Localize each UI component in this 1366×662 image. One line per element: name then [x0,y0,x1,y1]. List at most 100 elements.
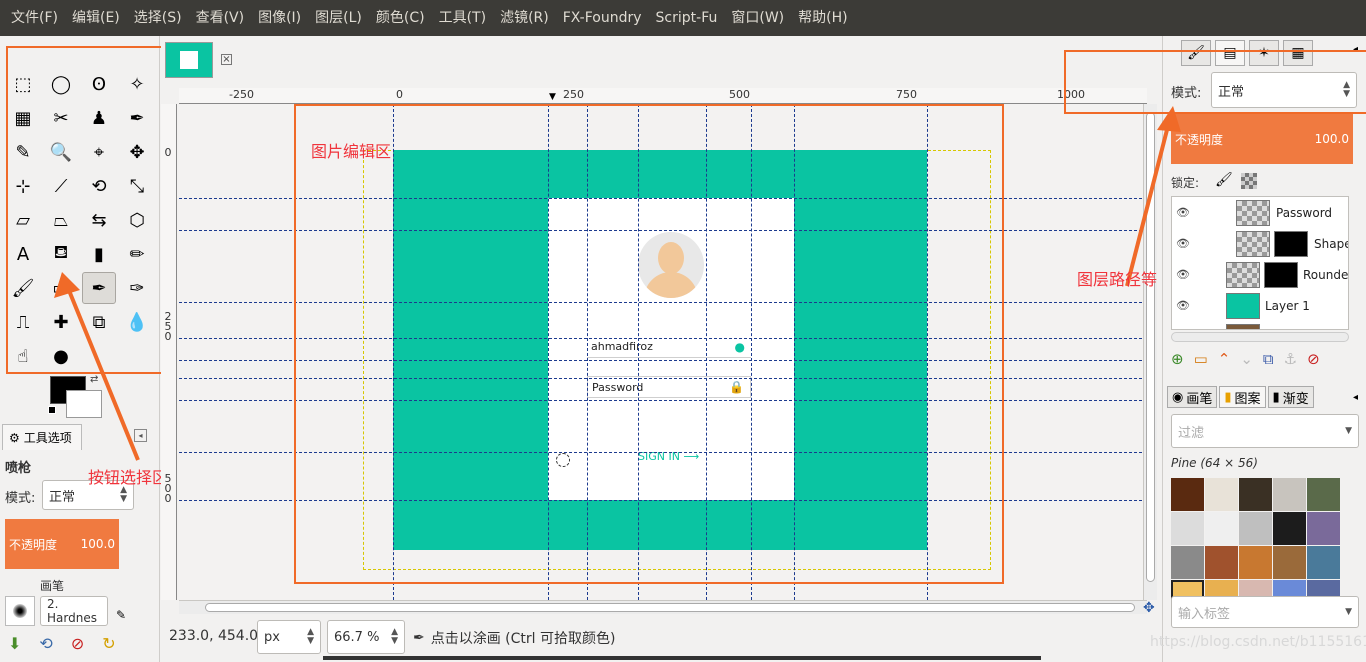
brush-label: 画笔 [40,579,65,593]
pattern-filter[interactable]: 过滤 ▼ [1171,414,1359,448]
ruler-vertical: 0 250 500 [161,104,177,600]
menu-help[interactable]: 帮助(H) [791,0,854,36]
pattern-swatch[interactable] [1239,478,1272,511]
annotation-layers-frame [1064,50,1366,114]
pattern-swatch[interactable] [1239,512,1272,545]
image-tab[interactable] [165,42,213,78]
layer-row[interactable]: 👁 Shape [1172,228,1349,259]
progress-strip [323,656,1041,660]
menu-windows[interactable]: 窗口(W) [724,0,791,36]
tool-options-actions: ⬇ ⟲ ⊘ ↻ [8,634,116,653]
gradients-icon: ▮ [1272,389,1280,405]
tab-gradients-label: 渐变 [1282,391,1309,407]
menu-layer[interactable]: 图层(L) [308,0,369,36]
tab-brushes[interactable]: ◉ 画笔 [1167,386,1218,408]
mode-select-value: 正常 [49,489,76,505]
pattern-swatch[interactable] [1171,512,1204,545]
layer-row[interactable]: 👁 Layer 1 [1172,290,1348,321]
menu-image[interactable]: 图像(I) [251,0,308,36]
layers-dock: 🖌 ▤ ✶ ▦ ◂ 模式: 正常 ▲ ▼ 不透明度 100.0 锁定: 🖌 👁 P… [1064,36,1366,662]
gimp-window: 文件(F) 编辑(E) 选择(S) 查看(V) 图像(I) 图层(L) 颜色(C… [0,0,1366,662]
layer-row[interactable]: 👁 Rounded [1172,259,1348,290]
new-layer-group-icon[interactable]: ▭ [1194,350,1208,368]
tab-brushes-label: 画笔 [1186,391,1213,407]
opacity-slider[interactable]: 不透明度 100.0 [5,519,119,569]
menu-tools[interactable]: 工具(T) [432,0,493,36]
chevron-down-icon: ▼ [1345,606,1352,617]
pattern-swatch[interactable] [1273,546,1306,579]
pattern-swatch[interactable] [1205,512,1238,545]
close-icon[interactable]: × [221,54,232,65]
resource-menu-icon[interactable]: ◂ [1353,392,1358,403]
tab-patterns-label: 图案 [1234,391,1261,407]
menu-filters[interactable]: 滤镜(R) [493,0,556,36]
ruler-tick-label: -250 [229,88,254,101]
layer-opacity-slider[interactable]: 不透明度 100.0 [1171,114,1353,164]
pattern-swatch[interactable] [1239,546,1272,579]
lock-alpha-icon[interactable] [1241,173,1257,189]
zoom-select[interactable]: 66.7 % ▲ ▼ [327,620,405,654]
pattern-swatch[interactable] [1307,546,1340,579]
statusbar: 233.0, 454.0 px ▲ ▼ 66.7 % ▲ ▼ ✒ 点击以涂画 (Ct… [161,618,1162,660]
brush-field[interactable]: 2. Hardnes [40,596,108,626]
tab-gradients[interactable]: ▮ 渐变 [1267,386,1314,408]
tab-patterns[interactable]: ▮ 图案 [1219,386,1266,408]
unit-value: px [264,629,280,645]
duplicate-layer-icon[interactable]: ⧉ [1263,350,1274,368]
pattern-swatch[interactable] [1307,478,1340,511]
visibility-eye-icon[interactable]: 👁 [1176,299,1190,312]
new-layer-icon[interactable]: ⊕ [1171,350,1184,368]
restore-options-icon[interactable]: ⟲ [39,634,52,653]
status-message: ✒ 点击以涂画 (Ctrl 可拾取颜色) [413,628,615,648]
menu-script-fu[interactable]: Script-Fu [649,0,725,36]
raise-layer-icon[interactable]: ⌃ [1218,350,1231,368]
menu-fx-foundry[interactable]: FX-Foundry [556,0,649,36]
pattern-swatch[interactable] [1273,478,1306,511]
pattern-swatch[interactable] [1307,512,1340,545]
navigate-icon[interactable]: ✥ [1143,600,1155,616]
pattern-swatch[interactable] [1171,546,1204,579]
menu-colors[interactable]: 颜色(C) [369,0,432,36]
layer-thumbnail [1226,292,1260,319]
menu-edit[interactable]: 编辑(E) [65,0,127,36]
delete-layer-icon[interactable]: ⊘ [1307,350,1320,368]
annotation-canvas-frame [294,104,1004,584]
mode-label: 模式: [5,491,36,506]
anchor-layer-icon[interactable]: ⚓ [1284,350,1297,368]
save-options-icon[interactable]: ⬇ [8,634,21,653]
pointer-coordinates: 233.0, 454.0 [169,628,259,644]
tag-input[interactable]: 输入标签 ▼ [1171,596,1359,628]
toolbox: ⬚◯ʘ✧▦✂♟✒✎🔍⌖✥⊹⟋⟲⤡▱⏢⇆⬡A⛾▮✏🖌▭✒✑⎍✚⧉💧☝● ⇄ ⚙ 工… [0,36,174,662]
horizontal-scroll-thumb[interactable] [205,603,1135,612]
layer-name: Layer 1 [1265,298,1310,313]
image-viewport[interactable]: ahmadfiroz ● Password 🔒 SIGN IN ⟶ 图片编辑区 [179,104,1147,600]
pattern-swatch[interactable] [1273,512,1306,545]
layer-row[interactable]: 👁 photo-1435749 [1172,321,1349,331]
unit-select[interactable]: px ▲ ▼ [257,620,321,654]
layer-name: photo-1435749 [1265,330,1349,331]
menu-view[interactable]: 查看(V) [189,0,252,36]
brush-preview[interactable] [5,596,35,626]
layer-thumbnail [1226,261,1260,288]
layer-list-scrollbar[interactable] [1171,332,1349,342]
layer-mask-thumbnail [1274,230,1308,257]
canvas-area: × -250 0 250 500 750 1000 ▼ 0 250 500 ah… [161,36,1162,662]
ruler-horizontal: -250 0 250 500 750 1000 ▼ [179,88,1147,104]
reset-options-icon[interactable]: ↻ [102,634,115,653]
layer-row[interactable]: 👁 Password [1172,197,1348,228]
chevron-down-icon: ▼ [1345,425,1352,436]
pattern-swatch[interactable] [1171,478,1204,511]
lower-layer-icon[interactable]: ⌄ [1240,350,1253,368]
annotation-tools-label: 按钮选择区 [88,468,169,487]
pattern-swatch[interactable] [1205,546,1238,579]
horizontal-scrollbar[interactable] [179,600,1147,614]
menubar: 文件(F) 编辑(E) 选择(S) 查看(V) 图像(I) 图层(L) 颜色(C… [0,0,1366,36]
lock-pixels-icon[interactable]: 🖌 [1215,172,1233,188]
menu-file[interactable]: 文件(F) [4,0,65,36]
pattern-swatch[interactable] [1205,478,1238,511]
layer-name: Password [1276,205,1333,220]
edit-brush-icon[interactable]: ✎ [116,608,126,622]
delete-options-icon[interactable]: ⊘ [71,634,84,653]
layer-name: Shape [1314,236,1349,251]
menu-select[interactable]: 选择(S) [127,0,189,36]
